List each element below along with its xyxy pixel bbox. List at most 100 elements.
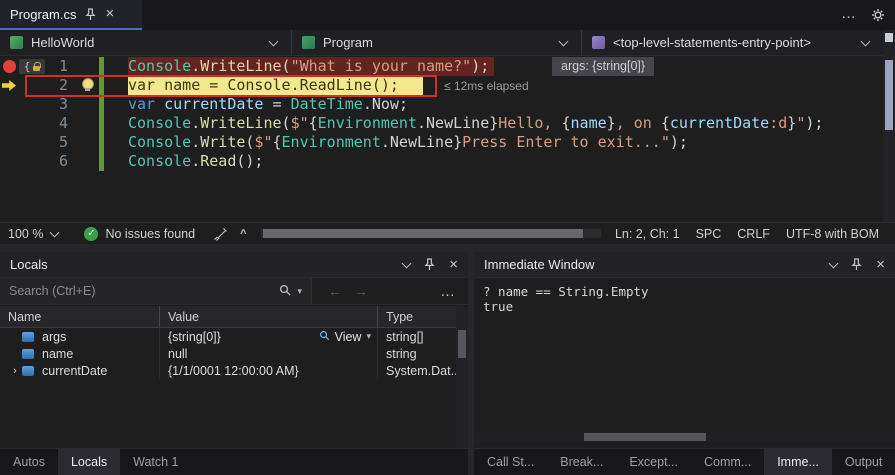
window-position-icon[interactable] <box>401 258 412 268</box>
scrollbar-thumb[interactable] <box>458 330 466 358</box>
zoom-level: 100 % <box>8 226 44 241</box>
csharp-project-icon <box>10 36 23 49</box>
code-line-2[interactable]: 2 var name = Console.ReadLine(); <box>0 76 883 95</box>
perftip[interactable]: ≤ 12ms elapsed <box>444 77 529 96</box>
class-icon <box>302 36 315 49</box>
code-line-3[interactable]: 3 var currentDate = DateTime.Now; <box>0 95 883 114</box>
search-input[interactable] <box>9 284 274 298</box>
pin-icon[interactable] <box>85 7 97 21</box>
close-icon[interactable]: × <box>449 257 458 272</box>
view-button[interactable]: View ▾ <box>319 330 371 344</box>
code-text[interactable]: Console.WriteLine("What is your name?"); <box>128 57 495 76</box>
code-line-6[interactable]: 6 Console.Read(); <box>0 152 883 171</box>
immediate-line: true <box>483 299 514 314</box>
magnifier-icon <box>319 330 330 344</box>
locals-row-currentDate[interactable]: › currentDate {1/1/0001 12:00:00 AM} System… <box>0 362 456 379</box>
method-icon <box>592 36 605 49</box>
tab-program-cs[interactable]: Program.cs × <box>0 0 142 30</box>
code-line-4[interactable]: 4 Console.WriteLine($"{Environment.NewLin… <box>0 114 883 133</box>
code-editor[interactable]: 1 Console.WriteLine("What is your name?")… <box>0 56 883 222</box>
project-dropdown[interactable]: HelloWorld <box>0 30 292 55</box>
immediate-tab-imme[interactable]: Imme... <box>764 449 832 475</box>
immediate-tab-comm[interactable]: Comm... <box>691 449 764 475</box>
forward-icon[interactable]: → <box>354 283 368 299</box>
search-box[interactable]: ▾ <box>0 278 312 304</box>
back-icon[interactable]: ← <box>328 283 342 299</box>
navigation-bar: HelloWorld Program <top-level-statements… <box>0 30 883 56</box>
pin-icon[interactable] <box>424 258 435 271</box>
locals-tab-watch-1[interactable]: Watch 1 <box>120 449 191 475</box>
close-icon[interactable]: × <box>876 257 885 272</box>
glyph-margin <box>0 114 18 133</box>
lightbulb-icon[interactable] <box>82 78 94 92</box>
settings-gear-icon[interactable] <box>871 8 885 25</box>
change-bar <box>99 114 104 133</box>
variable-name: name <box>42 346 74 361</box>
code-text[interactable]: Console.Write($"{Environment.NewLine}Pre… <box>128 133 688 152</box>
zoom-control[interactable]: 100 % <box>8 226 60 241</box>
column-header-name[interactable]: Name <box>0 306 160 327</box>
scrollbar-thumb[interactable] <box>584 433 706 441</box>
immediate-title-bar: Immediate Window × <box>474 252 895 278</box>
code-text[interactable]: var currentDate = DateTime.Now; <box>128 95 408 114</box>
pin-icon[interactable] <box>851 258 862 271</box>
variable-name: currentDate <box>42 363 108 378</box>
tab-overflow-icon[interactable]: … <box>841 5 857 22</box>
status-insert-mode[interactable]: SPC <box>696 227 722 241</box>
immediate-tab-break[interactable]: Break... <box>547 449 616 475</box>
status-line-col[interactable]: Ln: 2, Ch: 1 <box>615 227 680 241</box>
immediate-tab-output[interactable]: Output <box>832 449 895 475</box>
code-line-5[interactable]: 5 Console.Write($"{Environment.NewLine}Pr… <box>0 133 883 152</box>
type-name: Program <box>323 35 373 50</box>
line-number: 3 <box>58 95 68 113</box>
locals-table: Name Value Type args {string[0]} View ▾ string… <box>0 306 456 379</box>
expand-icon[interactable]: ^ <box>240 228 246 240</box>
scrollbar-arrow[interactable] <box>885 33 893 42</box>
locals-tab-locals[interactable]: Locals <box>57 449 121 475</box>
more-options-icon[interactable]: … <box>440 283 456 300</box>
document-tab-bar: Program.cs × … <box>0 0 895 30</box>
column-header-type[interactable]: Type <box>378 306 456 327</box>
window-position-icon[interactable] <box>828 258 839 268</box>
code-cleanup-icon[interactable] <box>213 227 228 241</box>
code-text[interactable]: Console.Read(); <box>128 152 263 171</box>
chevron-down-icon[interactable]: ▾ <box>297 286 302 297</box>
member-dropdown[interactable]: <top-level-statements-entry-point> <box>582 30 883 55</box>
change-bar <box>99 95 104 114</box>
immediate-window: Immediate Window × ? name == String.Empt… <box>474 252 895 475</box>
type-cell: string[] <box>386 329 424 344</box>
locals-tab-autos[interactable]: Autos <box>0 449 58 475</box>
locals-row-args[interactable]: args {string[0]} View ▾ string[] <box>0 328 456 345</box>
immediate-content[interactable]: ? name == String.Empty true <box>474 278 895 314</box>
status-encoding[interactable]: UTF-8 with BOM <box>786 227 879 241</box>
locals-row-name[interactable]: name null string <box>0 345 456 362</box>
type-dropdown[interactable]: Program <box>292 30 582 55</box>
locals-scrollbar[interactable] <box>456 306 468 448</box>
editor-vertical-scrollbar[interactable] <box>883 30 895 222</box>
change-bar <box>99 57 104 76</box>
column-header-value[interactable]: Value <box>160 306 378 327</box>
status-line-ending[interactable]: CRLF <box>737 227 770 241</box>
scrollbar-thumb[interactable] <box>262 229 583 238</box>
horizontal-splitter[interactable] <box>0 244 895 252</box>
close-icon[interactable]: × <box>105 6 114 21</box>
locals-window: Locals × ▾ ← → … NameValueType args {stri… <box>0 252 468 475</box>
change-bar <box>99 133 104 152</box>
scrollbar-thumb[interactable] <box>885 60 893 130</box>
code-text[interactable]: Console.WriteLine($"{Environment.NewLine… <box>128 114 823 133</box>
code-text[interactable]: var name = Console.ReadLine(); <box>128 76 423 95</box>
immediate-tab-except[interactable]: Except... <box>616 449 691 475</box>
expander-icon[interactable]: › <box>8 365 22 377</box>
issues-indicator[interactable]: ✓ No issues found <box>84 226 195 241</box>
current-statement-arrow-icon[interactable] <box>0 76 18 95</box>
immediate-tab-call-st[interactable]: Call St... <box>474 449 547 475</box>
editor-horizontal-scrollbar[interactable] <box>260 229 601 238</box>
search-icon[interactable] <box>279 284 291 299</box>
variable-value: {1/1/0001 12:00:00 AM} <box>168 363 299 378</box>
immediate-horizontal-scrollbar[interactable] <box>474 432 895 442</box>
line-number: 6 <box>58 152 68 170</box>
datatip[interactable]: args: {string[0]} <box>552 57 655 76</box>
code-line-1[interactable]: 1 Console.WriteLine("What is your name?")… <box>0 57 883 76</box>
locals-tabs: Autos Locals Watch 1 <box>0 448 468 475</box>
breakpoint-icon[interactable] <box>0 57 18 76</box>
